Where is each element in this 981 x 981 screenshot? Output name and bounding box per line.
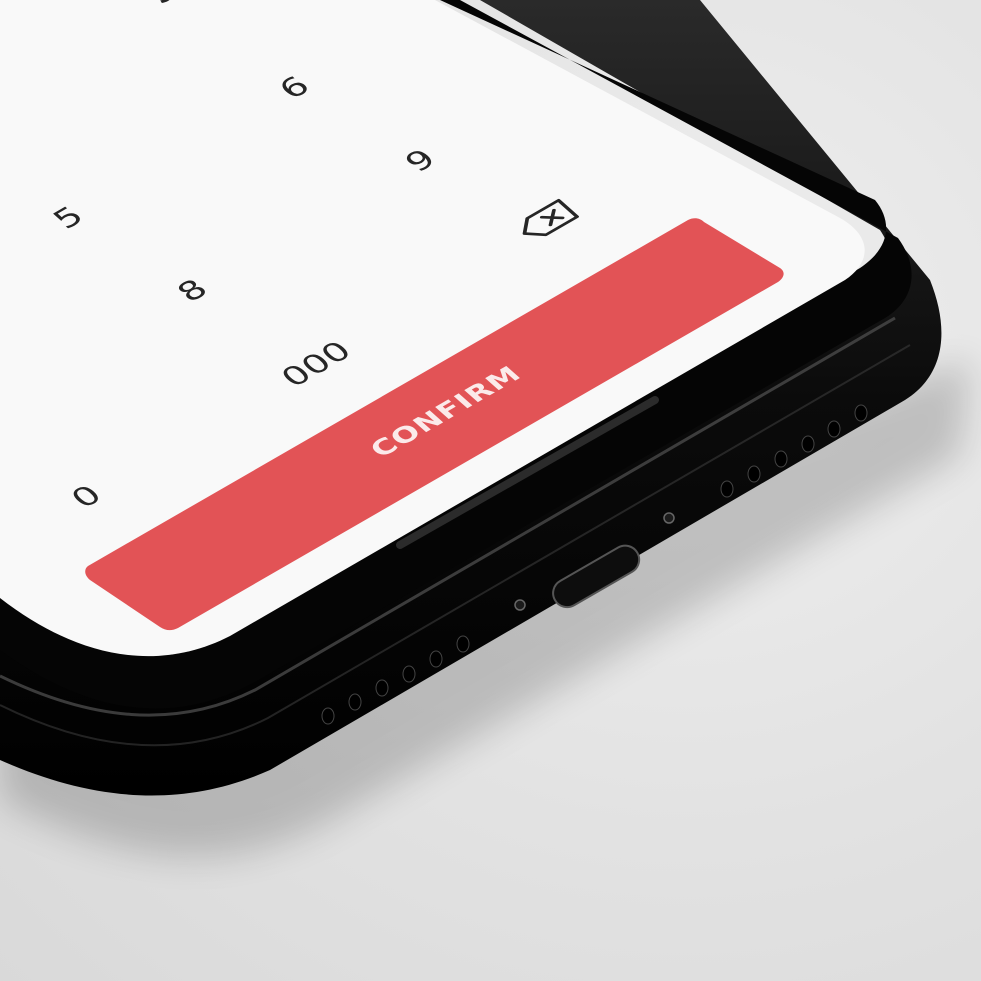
phone-body: 3	[0, 0, 970, 857]
phone-scene: 3 5 6 9 8 000 0 CONFIRM	[0, 0, 981, 981]
screw-left	[514, 599, 526, 611]
screw-right	[663, 512, 675, 524]
